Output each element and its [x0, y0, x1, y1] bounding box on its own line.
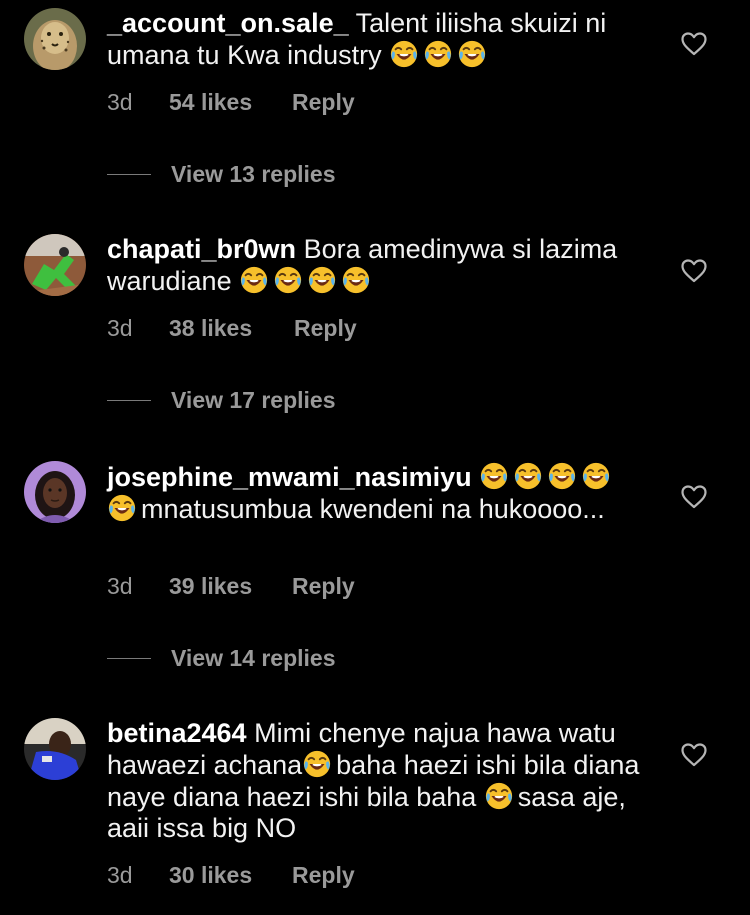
heart-outline-icon[interactable] — [681, 743, 707, 767]
face-with-tears-of-joy-icon — [107, 493, 137, 523]
face-with-tears-of-joy-icon — [389, 39, 419, 69]
face-with-tears-of-joy-icon — [273, 265, 303, 295]
avatar[interactable] — [24, 8, 86, 70]
heart-outline-icon[interactable] — [681, 485, 707, 509]
view-replies-button[interactable]: View 13 replies — [107, 161, 336, 188]
comment-text: chapati_br0wn Bora amedinywa si lazima w… — [107, 234, 647, 297]
comment-text: _account_on.sale_ Talent iliisha skuizi … — [107, 8, 647, 71]
reply-button[interactable]: Reply — [294, 315, 357, 342]
likes-count[interactable]: 38 likes — [169, 315, 294, 342]
face-with-tears-of-joy-icon — [479, 461, 509, 491]
avatar[interactable] — [24, 718, 86, 780]
reply-button[interactable]: Reply — [292, 573, 355, 600]
divider-line — [107, 658, 151, 659]
comment-username[interactable]: chapati_br0wn — [107, 234, 296, 264]
comment-username[interactable]: betina2464 — [107, 718, 247, 748]
face-with-tears-of-joy-icon — [307, 265, 337, 295]
view-replies-label: View 17 replies — [171, 387, 336, 413]
face-with-tears-of-joy-icon — [513, 461, 543, 491]
likes-count[interactable]: 39 likes — [169, 573, 292, 600]
comment-meta: 3d 54 likes Reply — [107, 89, 355, 116]
comment-username[interactable]: _account_on.sale_ — [107, 8, 349, 38]
face-with-tears-of-joy-icon — [547, 461, 577, 491]
view-replies-label: View 13 replies — [171, 161, 336, 187]
face-with-tears-of-joy-icon — [581, 461, 611, 491]
comment-text: josephine_mwami_nasimiyu mnatusumbua kwe… — [107, 461, 647, 525]
avatar-green-figure-image — [24, 234, 86, 296]
divider-line — [107, 174, 151, 175]
reply-button[interactable]: Reply — [292, 89, 355, 116]
avatar[interactable] — [24, 234, 86, 296]
comment-username[interactable]: josephine_mwami_nasimiyu — [107, 462, 472, 492]
comment-text: betina2464 Mimi chenye najua hawa watu h… — [107, 718, 647, 844]
comment-meta: 3d 39 likes Reply — [107, 573, 355, 600]
avatar[interactable] — [24, 461, 86, 523]
face-with-tears-of-joy-icon — [302, 749, 332, 779]
avatar-portrait-purple-image — [24, 461, 86, 523]
reply-button[interactable]: Reply — [292, 862, 355, 889]
comment-timestamp: 3d — [107, 89, 133, 115]
face-with-tears-of-joy-icon — [484, 781, 514, 811]
comment-meta: 3d 38 likes Reply — [107, 315, 357, 342]
likes-count[interactable]: 30 likes — [169, 862, 292, 889]
comment-body: mnatusumbua kwendeni na hukoooo... — [141, 494, 605, 524]
face-with-tears-of-joy-icon — [239, 265, 269, 295]
comment-timestamp: 3d — [107, 315, 133, 341]
comment-timestamp: 3d — [107, 862, 133, 888]
avatar-portrait-blue-image — [24, 718, 86, 780]
face-with-tears-of-joy-icon — [457, 39, 487, 69]
view-replies-button[interactable]: View 14 replies — [107, 645, 336, 672]
heart-outline-icon[interactable] — [681, 259, 707, 283]
likes-count[interactable]: 54 likes — [169, 89, 292, 116]
comment-timestamp: 3d — [107, 573, 133, 599]
heart-outline-icon[interactable] — [681, 32, 707, 56]
divider-line — [107, 400, 151, 401]
avatar-cheetah-image — [24, 8, 86, 70]
view-replies-label: View 14 replies — [171, 645, 336, 671]
face-with-tears-of-joy-icon — [341, 265, 371, 295]
view-replies-button[interactable]: View 17 replies — [107, 387, 336, 414]
face-with-tears-of-joy-icon — [423, 39, 453, 69]
comment-meta: 3d 30 likes Reply — [107, 862, 355, 889]
